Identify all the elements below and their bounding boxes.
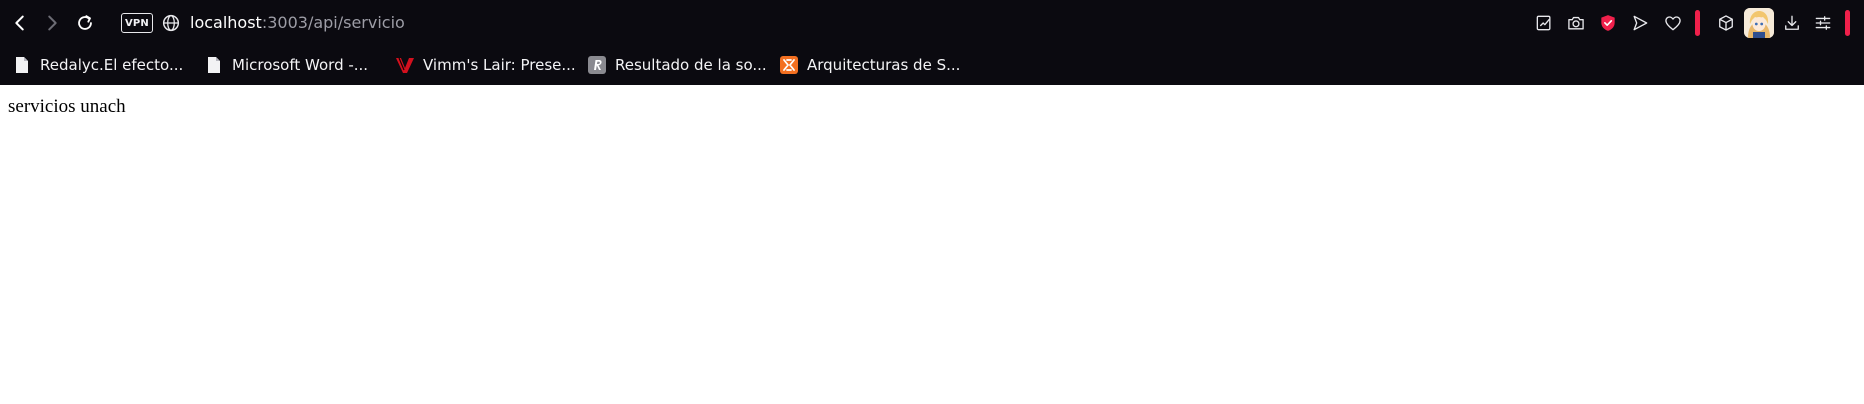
avatar[interactable] (1744, 8, 1774, 38)
cube-icon (1719, 15, 1733, 31)
easy-setup-button[interactable] (1811, 11, 1835, 35)
camera-icon (1568, 16, 1584, 30)
vpn-label: VPN (124, 17, 150, 29)
document-icon (12, 55, 32, 75)
reload-icon (78, 15, 92, 30)
forward-button[interactable] (40, 11, 64, 35)
vimm-logo-icon (395, 55, 415, 75)
forward-arrow-icon (48, 15, 57, 31)
edit-page-button[interactable] (1532, 11, 1556, 35)
download-icon (1785, 15, 1799, 30)
extensions-button[interactable] (1714, 11, 1738, 35)
bookmark-item[interactable]: Vimm's Lair: Prese... (395, 52, 576, 78)
shield-check-icon (1601, 15, 1615, 31)
document-icon (204, 55, 224, 75)
r-logo-icon (587, 55, 607, 75)
sidebar-edge-indicator (1845, 10, 1850, 36)
reload-button[interactable] (73, 11, 97, 35)
snapshot-button[interactable] (1564, 11, 1588, 35)
bookmark-label: Microsoft Word -... (232, 56, 369, 74)
ad-blocker-button[interactable] (1596, 11, 1620, 35)
edit-page-icon (1536, 15, 1551, 31)
address-host: localhost (190, 13, 262, 32)
bookmark-item[interactable]: Resultado de la so... (587, 52, 767, 78)
globe-icon[interactable] (160, 12, 182, 34)
heart-icon (1665, 16, 1681, 31)
address-bar[interactable]: localhost:3003/api/servicio (190, 12, 405, 34)
settings-sliders-icon (1815, 16, 1831, 30)
bookmark-label: Vimm's Lair: Prese... (423, 56, 576, 74)
page-content: servicios unach (0, 85, 1864, 404)
send-icon (1633, 15, 1648, 31)
xampp-logo-icon (779, 55, 799, 75)
bookmark-label: Arquitecturas de S... (807, 56, 961, 74)
bookmark-item[interactable]: Microsoft Word -... (204, 52, 368, 78)
sidebar-indicator (1695, 10, 1700, 36)
address-path: :3003/api/servicio (261, 13, 405, 32)
browser-toolbar: VPN localhost:3003/api/servicio (0, 0, 1864, 46)
vpn-badge[interactable]: VPN (121, 13, 153, 33)
profile-avatar-image (1744, 8, 1774, 38)
back-arrow-icon (15, 15, 24, 31)
send-button[interactable] (1628, 11, 1652, 35)
bookmarks-bar: Redalyc.El efecto... Microsoft Word -...… (0, 46, 1864, 85)
bookmark-item[interactable]: Redalyc.El efecto... (12, 52, 183, 78)
downloads-button[interactable] (1780, 11, 1804, 35)
favorites-button[interactable] (1661, 11, 1685, 35)
bookmark-label: Redalyc.El efecto... (40, 56, 184, 74)
bookmark-label: Resultado de la so... (615, 56, 767, 74)
back-button[interactable] (8, 11, 32, 35)
browser-chrome: VPN localhost:3003/api/servicio Redalyc.… (0, 0, 1864, 85)
bookmark-item[interactable]: Arquitecturas de S... (779, 52, 960, 78)
page-body-text: servicios unach (8, 96, 126, 117)
